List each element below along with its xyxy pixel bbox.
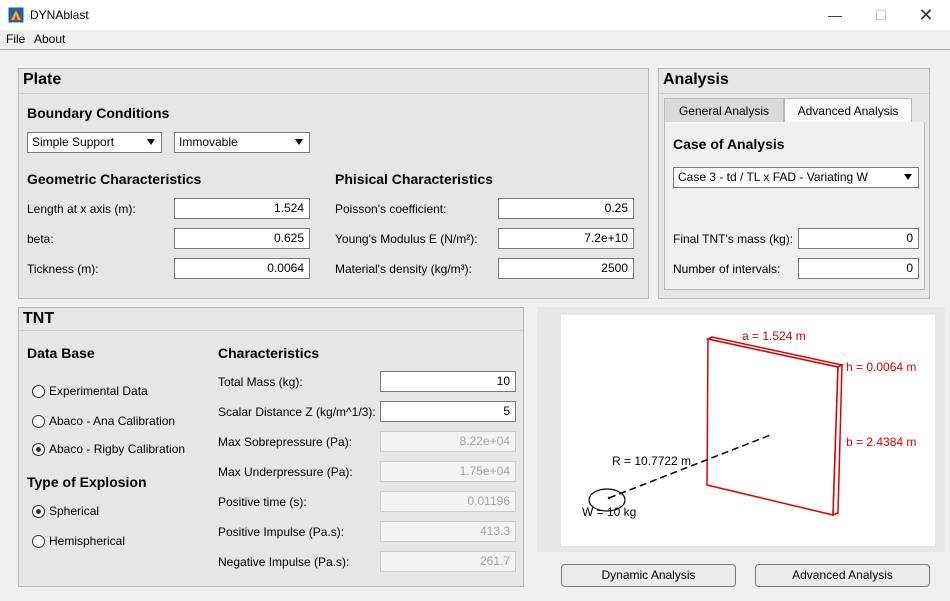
plate-panel: Plate Boundary Conditions Simple Support… (18, 68, 649, 299)
chevron-down-icon (147, 139, 155, 145)
total-mass-label: Total Mass (kg): (218, 375, 303, 389)
radio-spherical[interactable] (32, 505, 45, 518)
chevron-down-icon (295, 139, 303, 145)
support-select[interactable]: Simple Support (27, 132, 162, 153)
total-mass-input[interactable]: 10 (380, 371, 516, 392)
positive-impulse-label: Positive Impulse (Pa.s): (218, 525, 345, 539)
final-mass-label: Final TNT's mass (kg): (673, 232, 794, 246)
tab-advanced-analysis[interactable]: Advanced Analysis (784, 98, 912, 123)
physical-heading: Phisical Characteristics (335, 171, 493, 187)
thickness-label: Tickness (m): (27, 262, 99, 276)
scalar-distance-input[interactable]: 5 (380, 401, 516, 422)
positive-time-label: Positive time (s): (218, 495, 307, 509)
length-input[interactable]: 1.524 (174, 198, 310, 219)
boundary-heading: Boundary Conditions (27, 105, 170, 121)
advanced-analysis-button[interactable]: Advanced Analysis (755, 564, 930, 587)
radio-circle (32, 535, 45, 548)
explosion-heading: Type of Explosion (27, 474, 147, 490)
intervals-input[interactable]: 0 (798, 258, 919, 279)
close-icon[interactable]: ✕ (903, 0, 949, 30)
menu-about[interactable]: About (34, 32, 65, 46)
database-heading: Data Base (27, 345, 95, 361)
beta-input[interactable]: 0.625 (174, 228, 310, 249)
scalar-distance-label: Scalar Distance Z (kg/m^1/3): (218, 405, 376, 419)
figure-panel: a = 1.524 m h = 0.0064 m b = 2.4384 m R … (537, 307, 945, 552)
tnt-panel: TNT Data Base Experimental Data Abaco - … (18, 307, 524, 587)
analysis-title: Analysis (663, 71, 729, 88)
radio-circle-selected (32, 505, 45, 518)
density-input[interactable]: 2500 (498, 258, 634, 279)
young-label: Young's Modulus E (N/m²): (335, 232, 478, 246)
radio-label: Abaco - Ana Calibration (49, 414, 176, 428)
poisson-input[interactable]: 0.25 (498, 198, 634, 219)
radio-circle-selected (32, 443, 45, 456)
thickness-input[interactable]: 0.0064 (174, 258, 310, 279)
young-input[interactable]: 7.2e+10 (498, 228, 634, 249)
divider (19, 330, 523, 331)
case-heading: Case of Analysis (673, 136, 785, 152)
maximize-icon[interactable]: ☐ (858, 0, 904, 30)
w-label: W = 10 kg (582, 505, 636, 519)
max-sobrepressure-label: Max Sobrepressure (Pa): (218, 435, 353, 449)
plate-diagram: a = 1.524 m h = 0.0064 m b = 2.4384 m R … (561, 315, 935, 546)
case-select[interactable]: Case 3 - td / TL x FAD - Variating W (673, 167, 919, 188)
negative-impulse-field: 261.7 (380, 551, 516, 572)
radio-circle (32, 385, 45, 398)
max-underpressure-field: 1.75e+04 (380, 461, 516, 482)
menu-file[interactable]: File (6, 32, 25, 46)
dynamic-analysis-button[interactable]: Dynamic Analysis (561, 564, 736, 587)
menu-bar: File About (0, 30, 950, 50)
radio-circle (32, 415, 45, 428)
max-sobrepressure-field: 8.22e+04 (380, 431, 516, 452)
density-label: Material's density (kg/m³): (335, 262, 472, 276)
radio-label: Spherical (49, 504, 100, 518)
charge-point (607, 496, 611, 500)
h-label: h = 0.0064 m (846, 360, 916, 374)
negative-impulse-label: Negative Impulse (Pa.s): (218, 555, 350, 569)
r-label: R = 10.7722 m (612, 454, 691, 468)
plate-front-face (706, 338, 839, 516)
window-title: DYNAblast (30, 8, 89, 22)
beta-label: beta: (27, 232, 54, 246)
b-label: b = 2.4384 m (846, 435, 916, 449)
radio-label: Experimental Data (49, 384, 148, 398)
positive-impulse-field: 413.3 (380, 521, 516, 542)
radio-hemispherical[interactable] (32, 535, 45, 548)
poisson-label: Poisson's coefficient: (335, 202, 447, 216)
positive-time-field: 0.01196 (380, 491, 516, 512)
geometric-heading: Geometric Characteristics (27, 171, 202, 187)
app-icon (8, 7, 24, 23)
characteristics-heading: Characteristics (218, 345, 320, 361)
a-label: a = 1.524 m (742, 329, 806, 343)
max-underpressure-label: Max Underpressure (Pa): (218, 465, 353, 479)
divider (19, 93, 648, 94)
tnt-title: TNT (23, 310, 55, 327)
mobility-select[interactable]: Immovable (174, 132, 310, 153)
radio-experimental-data[interactable] (32, 385, 45, 398)
intervals-label: Number of intervals: (673, 262, 781, 276)
plate-title: Plate (23, 71, 62, 88)
minimize-icon[interactable]: — (812, 0, 858, 30)
divider (659, 93, 929, 94)
tab-general-analysis[interactable]: General Analysis (664, 98, 784, 123)
tab-content: Case of Analysis Case 3 - td / TL x FAD … (664, 122, 925, 290)
analysis-panel: Analysis General Analysis Advanced Analy… (658, 68, 930, 299)
final-mass-input[interactable]: 0 (798, 228, 919, 249)
length-label: Length at x axis (m): (27, 202, 136, 216)
radio-abaco-ana[interactable] (32, 415, 45, 428)
radio-abaco-rigby[interactable] (32, 443, 45, 456)
radio-label: Hemispherical (49, 534, 126, 548)
title-bar: DYNAblast — ☐ ✕ (0, 0, 950, 30)
chevron-down-icon (904, 174, 912, 180)
radio-label: Abaco - Rigby Calibration (49, 442, 186, 456)
